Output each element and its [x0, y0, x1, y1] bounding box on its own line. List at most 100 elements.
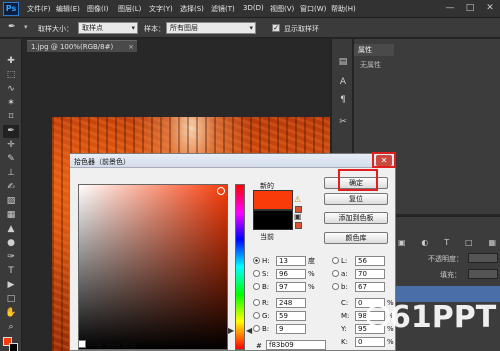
hue-input[interactable]: 13: [276, 255, 306, 266]
saturation-input[interactable]: 96: [276, 268, 306, 279]
green-radio[interactable]: [253, 312, 260, 319]
hue-radio[interactable]: [253, 257, 260, 264]
document-tab[interactable]: 1.jpg @ 100%(RGB/8#) ×: [27, 40, 137, 52]
background-color-swatch[interactable]: [9, 343, 18, 351]
filter-shape-icon[interactable]: □: [465, 238, 473, 248]
tool-presets-panel-icon[interactable]: ✂: [336, 115, 350, 129]
cyan-label: C:: [341, 298, 349, 307]
current-color-swatch[interactable]: [253, 210, 293, 230]
hue-slider[interactable]: [235, 184, 245, 350]
menu-3d[interactable]: 3D(D): [243, 4, 264, 12]
web-only-label: 只有 Web 颜色: [89, 342, 137, 350]
minimize-icon[interactable]: —: [440, 0, 460, 18]
clone-stamp-tool-icon[interactable]: ⊥: [3, 167, 19, 180]
menu-filter[interactable]: 滤镜(T): [211, 4, 235, 14]
fill-input[interactable]: [468, 269, 498, 279]
tool-preset-chevron-icon[interactable]: ▾: [24, 23, 28, 31]
brightness-label: B:: [262, 282, 270, 291]
color-libraries-button[interactable]: 颜色库: [324, 232, 388, 244]
dodge-tool-icon[interactable]: ●: [3, 237, 19, 250]
menu-window[interactable]: 窗口(W): [300, 4, 326, 14]
black-label: K:: [341, 337, 348, 346]
blue-radio[interactable]: [253, 325, 260, 332]
history-brush-tool-icon[interactable]: ✍: [3, 181, 19, 194]
properties-tab[interactable]: 属性: [354, 44, 394, 56]
document-close-icon[interactable]: ×: [128, 41, 134, 53]
green-field-row: G: 59: [253, 310, 306, 321]
gradient-tool-icon[interactable]: ▦: [3, 209, 19, 222]
watermark-logo-icon: [366, 304, 390, 328]
eyedropper-tool-icon[interactable]: ✒: [3, 125, 19, 138]
filter-smart-icon[interactable]: ▦: [488, 238, 496, 248]
web-only-checkbox[interactable]: [78, 340, 86, 348]
menu-layer[interactable]: 图层(L): [118, 4, 141, 14]
type-tool-icon[interactable]: T: [3, 265, 19, 278]
close-icon[interactable]: ✕: [480, 0, 500, 18]
sample-size-select[interactable]: 取样点: [78, 22, 138, 34]
hue-slider-left-arrow-icon[interactable]: ▶: [228, 326, 234, 335]
path-selection-tool-icon[interactable]: ▶: [3, 279, 19, 292]
lab-a-input[interactable]: 70: [355, 268, 385, 279]
paragraph-panel-icon[interactable]: ¶: [336, 93, 350, 107]
sample-select[interactable]: 所有图层: [166, 22, 256, 34]
add-to-swatches-button[interactable]: 添加到色板: [324, 212, 388, 224]
filter-adjust-icon[interactable]: ◐: [421, 238, 428, 248]
pen-tool-icon[interactable]: ✑: [3, 251, 19, 264]
color-field[interactable]: [78, 184, 228, 350]
blue-input[interactable]: 9: [276, 323, 306, 334]
maximize-icon[interactable]: □: [460, 0, 480, 18]
green-input[interactable]: 59: [276, 310, 306, 321]
out-of-gamut-warning-icon[interactable]: ⚠: [294, 195, 301, 204]
red-radio[interactable]: [253, 299, 260, 306]
opacity-input[interactable]: [468, 253, 498, 263]
filter-type-icon[interactable]: T: [444, 238, 449, 248]
show-ring-checkbox[interactable]: ✓: [272, 24, 280, 32]
lab-a-field-row: a: 70: [332, 268, 385, 279]
color-field-marker[interactable]: [217, 187, 225, 195]
brightness-unit: %: [308, 282, 315, 291]
menu-help[interactable]: 帮助(H): [331, 4, 356, 14]
web-safe-cube-icon[interactable]: ▣: [294, 212, 302, 221]
menu-edit[interactable]: 编辑(E): [56, 4, 80, 14]
lab-l-label: L:: [341, 256, 348, 265]
blur-tool-icon[interactable]: ▲: [3, 223, 19, 236]
brightness-field-row: B: 97 %: [253, 281, 315, 292]
eraser-tool-icon[interactable]: ▨: [3, 195, 19, 208]
lab-a-radio[interactable]: [332, 270, 339, 277]
zoom-tool-icon[interactable]: ⌕: [3, 321, 19, 334]
healing-brush-tool-icon[interactable]: ✛: [3, 139, 19, 152]
lasso-tool-icon[interactable]: ∿: [3, 83, 19, 96]
menu-type[interactable]: 文字(Y): [149, 4, 173, 14]
eyedropper-icon[interactable]: ✒: [8, 22, 16, 32]
character-panel-icon[interactable]: A: [336, 75, 350, 89]
filter-pixel-icon[interactable]: ▣: [398, 238, 406, 248]
brightness-radio[interactable]: [253, 283, 260, 290]
layers-filter-icons: ▣ ◐ T □ ▦: [398, 238, 496, 248]
marquee-tool-icon[interactable]: ⬚: [3, 69, 19, 82]
menu-select[interactable]: 选择(S): [180, 4, 204, 14]
reset-button[interactable]: 复位: [324, 193, 388, 205]
hand-tool-icon[interactable]: ✋: [3, 307, 19, 320]
move-tool-icon[interactable]: ✚: [3, 55, 19, 68]
hue-slider-right-arrow-icon[interactable]: ◀: [246, 326, 252, 335]
brush-tool-icon[interactable]: ✎: [3, 153, 19, 166]
menu-image[interactable]: 图像(I): [87, 4, 109, 14]
hex-input[interactable]: f83b09: [266, 340, 326, 350]
web-safe-swatch[interactable]: [295, 222, 302, 229]
hue-field-row: H: 13 度: [253, 255, 315, 266]
lab-l-radio[interactable]: [332, 257, 339, 264]
lab-b-radio[interactable]: [332, 283, 339, 290]
shape-tool-icon[interactable]: □: [3, 293, 19, 306]
brightness-input[interactable]: 97: [276, 281, 306, 292]
history-panel-icon[interactable]: ▤: [336, 55, 350, 69]
red-input[interactable]: 248: [276, 297, 306, 308]
menu-view[interactable]: 视图(V): [270, 4, 294, 14]
crop-tool-icon[interactable]: ⌑: [3, 111, 19, 124]
black-input[interactable]: 0: [355, 336, 385, 347]
magic-wand-tool-icon[interactable]: ✶: [3, 97, 19, 110]
menu-file[interactable]: 文件(F): [27, 4, 51, 14]
saturation-radio[interactable]: [253, 270, 260, 277]
lab-l-input[interactable]: 56: [355, 255, 385, 266]
dialog-titlebar[interactable]: 拾色器（前景色） ✕: [70, 154, 395, 168]
lab-b-input[interactable]: 67: [355, 281, 385, 292]
